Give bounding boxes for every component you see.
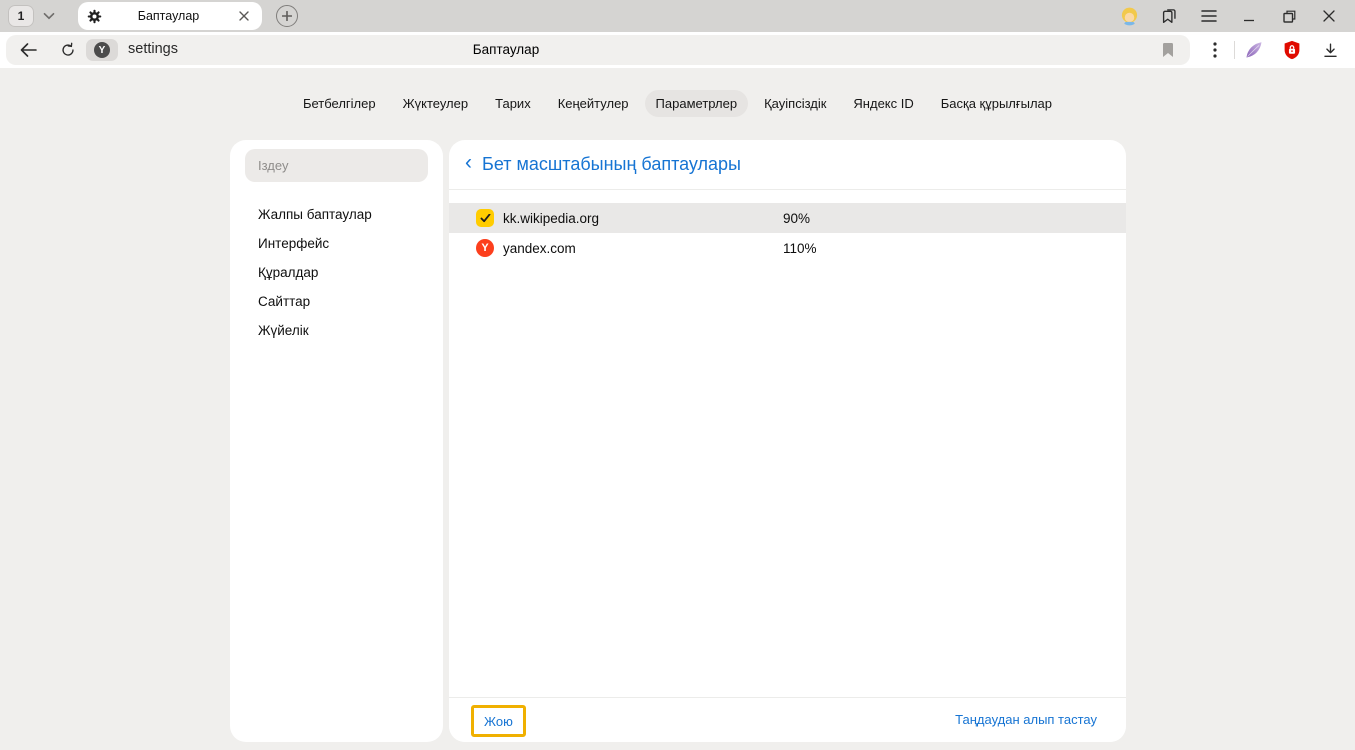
tab-title: Баптаулар bbox=[102, 9, 235, 23]
sidebar-item-tools[interactable]: Құралдар bbox=[258, 258, 435, 287]
site-zoom-list: kk.wikipedia.org 90% Y yandex.com 110% bbox=[449, 203, 1126, 263]
panel-header: ‹ Бет масштабының баптаулары bbox=[449, 140, 1126, 190]
all-tabs-icon[interactable] bbox=[1149, 1, 1189, 31]
back-chevron-icon[interactable]: ‹ bbox=[465, 151, 472, 175]
site-name: kk.wikipedia.org bbox=[503, 211, 599, 226]
table-row[interactable]: kk.wikipedia.org 90% bbox=[449, 203, 1126, 233]
bookmark-flag-icon[interactable] bbox=[1156, 39, 1180, 61]
site-name: yandex.com bbox=[503, 241, 576, 256]
restore-button[interactable] bbox=[1269, 1, 1309, 31]
yandex-favicon: Y bbox=[476, 239, 494, 257]
tab-bar: 1 Баптаулар bbox=[0, 0, 1355, 32]
minimize-button[interactable] bbox=[1229, 1, 1269, 31]
sidebar-item-general[interactable]: Жалпы баптаулар bbox=[258, 200, 435, 229]
nav-tab-downloads[interactable]: Жүктеулер bbox=[392, 90, 480, 117]
profile-avatar[interactable] bbox=[1109, 1, 1149, 31]
deselect-all-link[interactable]: Таңдаудан алып тастау bbox=[955, 712, 1097, 727]
panel-title: Бет масштабының баптаулары bbox=[482, 154, 741, 175]
settings-nav: Бетбелгілер Жүктеулер Тарих Кеңейтулер П… bbox=[0, 90, 1355, 117]
search-input[interactable] bbox=[245, 149, 428, 182]
reload-button[interactable] bbox=[54, 38, 82, 62]
zoom-settings-panel: ‹ Бет масштабының баптаулары kk.wikipedi… bbox=[449, 140, 1126, 742]
close-window-button[interactable] bbox=[1309, 1, 1349, 31]
nav-tab-other-devices[interactable]: Басқа құрылғылар bbox=[930, 90, 1063, 117]
nav-tab-yandex-id[interactable]: Яндекс ID bbox=[842, 90, 924, 117]
toolbar-right-icons bbox=[1196, 35, 1349, 65]
titlebar-controls bbox=[1109, 1, 1355, 31]
nav-tab-settings[interactable]: Параметрлер bbox=[645, 90, 749, 117]
sidebar-item-sites[interactable]: Сайттар bbox=[258, 287, 435, 316]
delete-button[interactable]: Жою bbox=[471, 705, 526, 737]
downloads-icon[interactable] bbox=[1311, 36, 1349, 64]
new-tab-button[interactable] bbox=[276, 5, 298, 27]
address-bar-row: Y settings Баптаулар bbox=[0, 32, 1355, 68]
sidebar-item-system[interactable]: Жүйелік bbox=[258, 316, 435, 345]
address-bar[interactable]: Y settings Баптаулар bbox=[6, 35, 1190, 65]
sidebar-menu: Жалпы баптаулар Интерфейс Құралдар Сайтт… bbox=[258, 200, 435, 345]
settings-page: Бетбелгілер Жүктеулер Тарих Кеңейтулер П… bbox=[0, 68, 1355, 750]
tab-close-icon[interactable] bbox=[235, 7, 253, 25]
tabs-dropdown-button[interactable] bbox=[34, 4, 64, 28]
active-tab[interactable]: Баптаулар bbox=[78, 2, 262, 30]
page-title: Баптаулар bbox=[473, 42, 539, 57]
settings-gear-icon bbox=[87, 9, 102, 24]
back-button[interactable] bbox=[14, 38, 42, 62]
zoom-value: 90% bbox=[783, 211, 810, 226]
nav-tab-history[interactable]: Тарих bbox=[484, 90, 542, 117]
tab-counter-button[interactable]: 1 bbox=[8, 5, 34, 27]
zoom-value: 110% bbox=[783, 241, 817, 256]
nav-tab-extensions[interactable]: Кеңейтулер bbox=[547, 90, 640, 117]
browser-window: 1 Баптаулар bbox=[0, 0, 1355, 750]
nav-tab-bookmarks[interactable]: Бетбелгілер bbox=[292, 90, 387, 117]
settings-sidebar: Жалпы баптаулар Интерфейс Құралдар Сайтт… bbox=[230, 140, 443, 742]
sidebar-item-interface[interactable]: Интерфейс bbox=[258, 229, 435, 258]
yandex-logo-icon: Y bbox=[94, 42, 110, 58]
protect-shield-icon[interactable] bbox=[1273, 36, 1311, 64]
menu-hamburger-icon[interactable] bbox=[1189, 1, 1229, 31]
plus-icon bbox=[282, 11, 292, 21]
chevron-down-icon bbox=[43, 12, 55, 20]
nav-tab-security[interactable]: Қауіпсіздік bbox=[753, 90, 837, 117]
url-text[interactable]: settings bbox=[128, 41, 178, 57]
panel-footer: Жою Таңдаудан алып тастау bbox=[449, 697, 1126, 742]
table-row[interactable]: Y yandex.com 110% bbox=[449, 233, 1126, 263]
site-badge[interactable]: Y bbox=[86, 39, 118, 61]
feather-extension-icon[interactable] bbox=[1235, 36, 1273, 64]
checkbox-checked-icon[interactable] bbox=[476, 209, 494, 227]
kebab-menu-icon[interactable] bbox=[1196, 36, 1234, 64]
